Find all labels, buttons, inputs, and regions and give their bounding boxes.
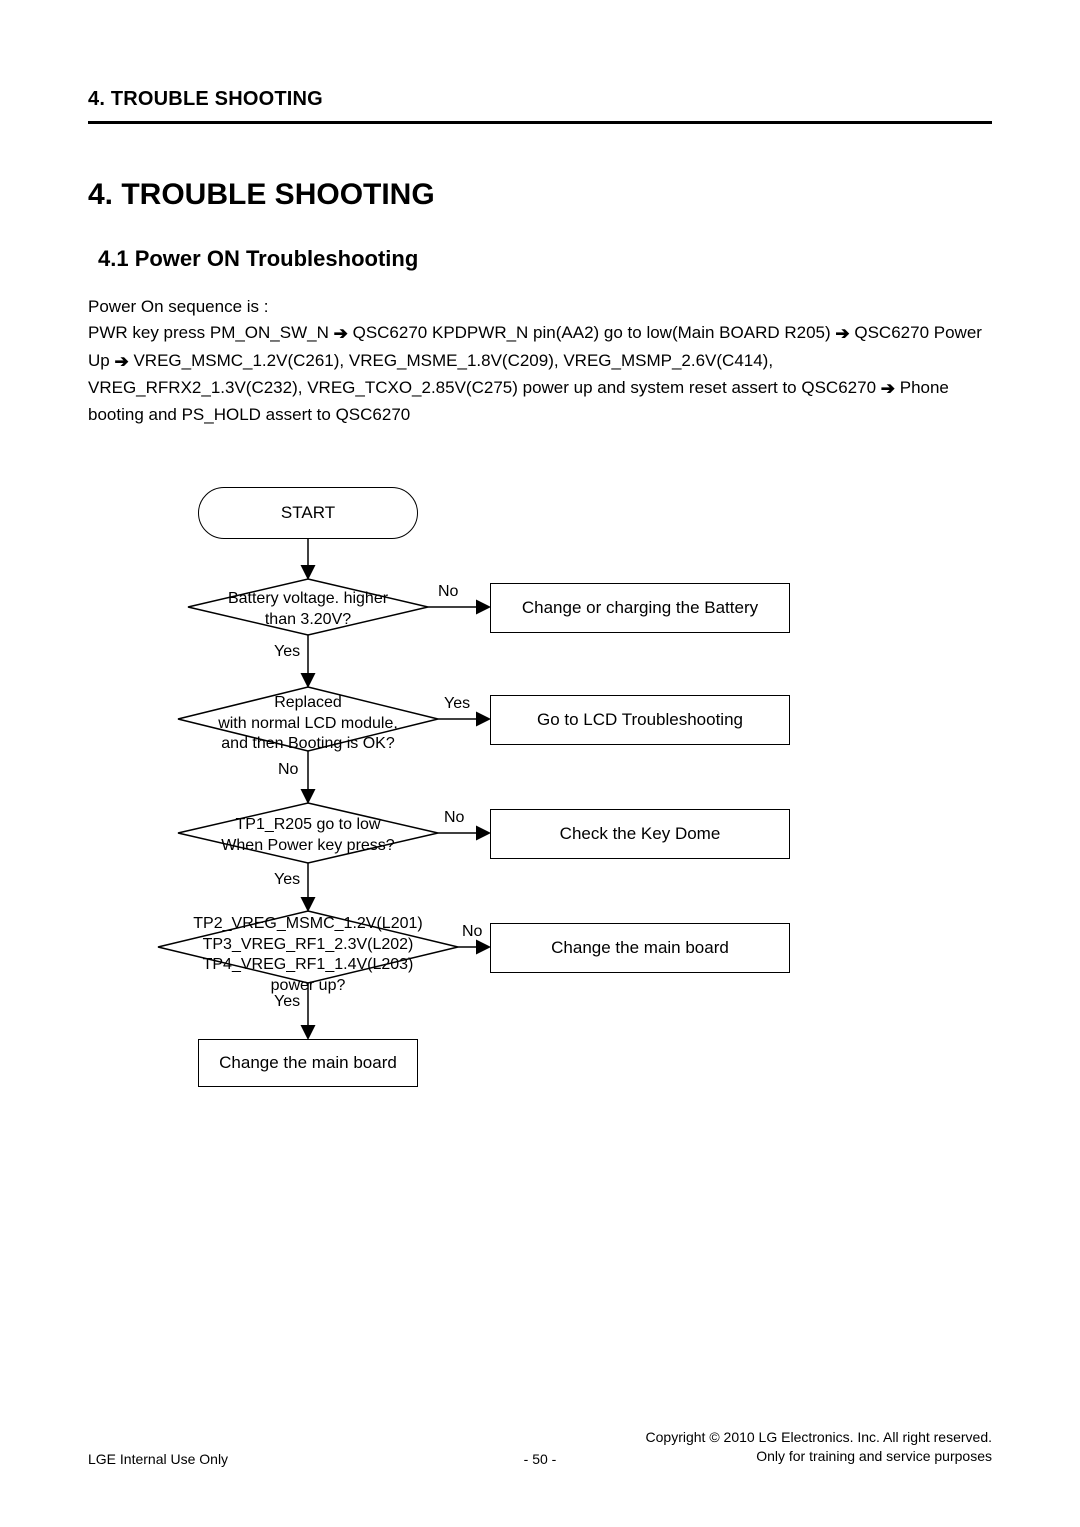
edge-yes: Yes (274, 871, 300, 889)
edge-no: No (444, 809, 464, 827)
edge-yes: Yes (274, 643, 300, 661)
flow-decision-vreg: TP2_VREG_MSMC_1.2V(L201) TP3_VREG_RF1_2.… (178, 914, 438, 997)
decision-line: Battery voltage. higher (178, 589, 438, 610)
flow-action-check-key-dome: Check the Key Dome (490, 809, 790, 859)
decision-line: TP4_VREG_RF1_1.4V(L203) (178, 955, 438, 976)
edge-no: No (438, 583, 458, 601)
flow-decision-lcd: Replaced with normal LCD module, and the… (178, 693, 438, 755)
flowchart: START Battery voltage. higher than 3.20V… (88, 479, 992, 1119)
flow-terminal-change-main-board: Change the main board (198, 1039, 418, 1087)
intro-line: Power On sequence is : (88, 294, 992, 320)
running-header: 4. TROUBLE SHOOTING (88, 88, 992, 111)
flowchart-svg (88, 479, 988, 1119)
flow-action-change-main-board: Change the main board (490, 923, 790, 973)
edge-no: No (278, 761, 298, 779)
arrow-right-icon: ➔ (114, 349, 128, 375)
edge-no: No (462, 923, 482, 941)
page-footer: LGE Internal Use Only - 50 - Copyright ©… (88, 1428, 992, 1467)
decision-line: TP1_R205 go to low (178, 815, 438, 836)
decision-line: TP3_VREG_RF1_2.3V(L202) (178, 935, 438, 956)
edge-yes: Yes (274, 993, 300, 1011)
page: 4. TROUBLE SHOOTING 4. TROUBLE SHOOTING … (0, 0, 1080, 1527)
flow-action-charge-battery: Change or charging the Battery (490, 583, 790, 633)
section-title: 4. TROUBLE SHOOTING (88, 178, 992, 212)
seq-part: VREG_MSMC_1.2V(C261), VREG_MSME_1.8V(C20… (88, 351, 881, 397)
flow-action-lcd-troubleshoot: Go to LCD Troubleshooting (490, 695, 790, 745)
header-rule (88, 121, 992, 124)
arrow-right-icon: ➔ (334, 321, 348, 347)
flow-start: START (198, 487, 418, 539)
decision-line: When Power key press? (178, 836, 438, 857)
decision-line: with normal LCD module, (178, 714, 438, 735)
decision-line: Replaced (178, 693, 438, 714)
body-text: Power On sequence is : PWR key press PM_… (88, 294, 992, 429)
seq-part: QSC6270 KPDPWR_N pin(AA2) go to low(Main… (353, 323, 836, 342)
decision-line: and then Booting is OK? (178, 734, 438, 755)
subsection-title: 4.1 Power ON Troubleshooting (98, 246, 992, 272)
sequence-line: PWR key press PM_ON_SW_N ➔ QSC6270 KPDPW… (88, 320, 992, 428)
decision-line: power up? (178, 976, 438, 997)
flow-decision-battery: Battery voltage. higher than 3.20V? (178, 589, 438, 631)
edge-yes: Yes (444, 695, 470, 713)
arrow-right-icon: ➔ (881, 376, 895, 402)
arrow-right-icon: ➔ (835, 321, 849, 347)
decision-line: than 3.20V? (178, 610, 438, 631)
seq-part: PWR key press PM_ON_SW_N (88, 323, 334, 342)
footer-copyright: Copyright © 2010 LG Electronics. Inc. Al… (646, 1428, 992, 1448)
flow-decision-tp1: TP1_R205 go to low When Power key press? (178, 815, 438, 857)
footer-page-number: - 50 - (88, 1451, 992, 1467)
decision-line: TP2_VREG_MSMC_1.2V(L201) (178, 914, 438, 935)
